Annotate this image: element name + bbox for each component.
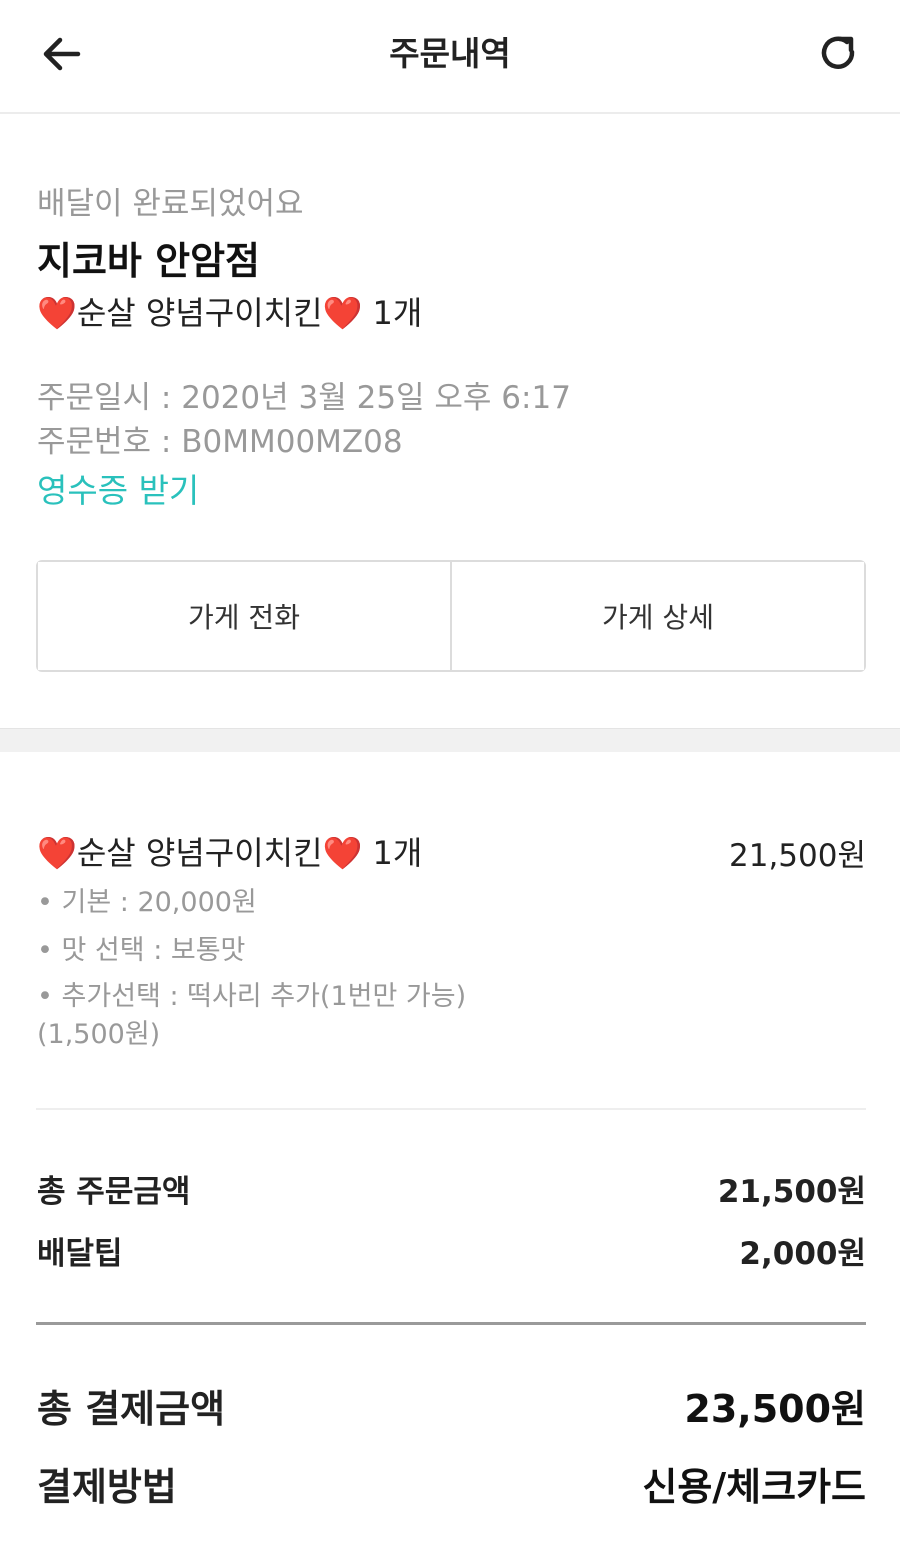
delivery-tip-label: 배달팁	[37, 1236, 123, 1272]
item-option-extra-price: (1,500원)	[37, 1019, 161, 1050]
item-option-base: • 기본 : 20,000원	[37, 887, 257, 918]
payment-method-value: 신용/체크카드	[642, 1465, 866, 1509]
total-payment-label: 총 결제금액	[37, 1387, 226, 1431]
total-order-label: 총 주문금액	[37, 1174, 191, 1210]
divider	[36, 1108, 866, 1110]
app-header: 주문내역	[0, 0, 900, 114]
refresh-icon	[821, 36, 855, 69]
order-date: 주문일시 : 2020년 3월 25일 오후 6:17	[37, 380, 571, 416]
order-summary-section: 배달이 완료되었어요 지코바 안암점 ❤️순살 양념구이치킨❤️ 1개 주문일시…	[0, 116, 900, 728]
item-name: ❤️순살 양념구이치킨❤️ 1개	[37, 834, 423, 872]
payment-detail-section: ❤️순살 양념구이치킨❤️ 1개 21,500원 • 기본 : 20,000원 …	[0, 752, 900, 1559]
payment-method-label: 결제방법	[37, 1465, 177, 1509]
divider	[36, 1322, 866, 1325]
total-payment-value: 23,500원	[684, 1387, 866, 1431]
menu-summary: ❤️순살 양념구이치킨❤️ 1개	[37, 294, 423, 332]
call-store-button[interactable]: 가게 전화	[38, 562, 450, 670]
receipt-link[interactable]: 영수증 받기	[37, 464, 199, 512]
store-detail-button[interactable]: 가게 상세	[450, 562, 864, 670]
item-option-flavor: • 맛 선택 : 보통맛	[37, 935, 246, 966]
delivery-tip-value: 2,000원	[739, 1236, 866, 1272]
item-option-extra: • 추가선택 : 떡사리 추가(1번만 가능)	[37, 981, 467, 1012]
store-name: 지코바 안암점	[37, 239, 260, 283]
delivery-status: 배달이 완료되었어요	[37, 186, 304, 222]
page-title: 주문내역	[389, 34, 511, 73]
order-number: 주문번호 : B0MM00MZ08	[37, 424, 403, 460]
total-order-value: 21,500원	[717, 1174, 866, 1210]
item-price: 21,500원	[729, 838, 866, 874]
section-divider	[0, 728, 900, 752]
refresh-button[interactable]	[814, 30, 862, 78]
store-action-buttons: 가게 전화 가게 상세	[36, 560, 866, 672]
